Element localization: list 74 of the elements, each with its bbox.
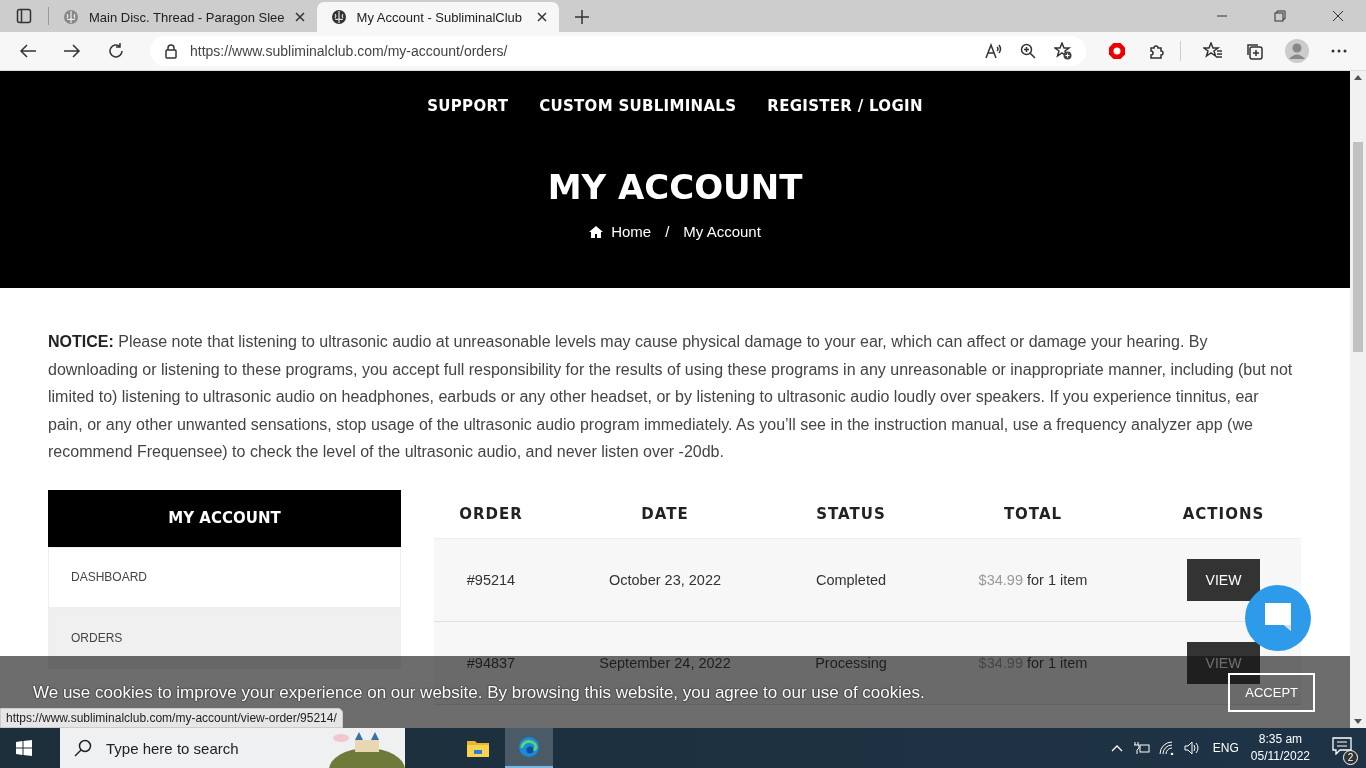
notice-text: NOTICE: Please note that listening to ultrasonic audio at unreasonable levels may cause physical damage to your ear, which can affect or damage your hearing. By downloading or listening to these programs, you accept full responsibility for the results of using these programs in any unreasonable or inappropriate manner, including (but not limited to) listening to ultrasonic audio on headphones, earbuds or any other headset, or by listening to ultrasonic audio loudly over speakers. If you experience tinnitus, ear pain, or any other unwanted sensations, stop usage of the ultrasonic audio program immediately. As you’ll see in the instruction manual, use a frequency analyzer app (we recommend Frequensee) to check the level of the ultrasonic audio, and never listen over -20db. <box>48 332 1293 463</box>
new-tab-icon[interactable] <box>574 10 589 24</box>
breadcrumb-link[interactable]: Home <box>611 223 652 240</box>
zoom-icon[interactable] <box>1020 43 1036 59</box>
clock-date[interactable]: 05/11/2022 <box>1250 748 1310 765</box>
table-cell-text: #94837 <box>465 654 517 671</box>
sidebar-item[interactable]: DASHBOARD <box>48 546 401 608</box>
scroll-down-icon[interactable] <box>1354 719 1362 724</box>
folder-icon[interactable] <box>467 739 489 757</box>
scroll-up-icon[interactable] <box>1354 75 1362 80</box>
nav-link[interactable]: CUSTOM SUBLIMINALS <box>539 97 737 115</box>
column-header: DATE <box>640 504 690 523</box>
view-button[interactable]: VIEW <box>1186 558 1261 601</box>
table-cell-text: #95214 <box>465 571 517 588</box>
stop-sign-icon[interactable] <box>1108 42 1126 60</box>
table-cell-text: Processing <box>814 654 888 671</box>
chevron-up-icon[interactable] <box>1110 744 1123 752</box>
close-icon[interactable] <box>294 12 305 22</box>
chat-button-icon[interactable] <box>1245 585 1311 651</box>
cookie-text: We use cookies to improve your experience on our website. By browsing this website, you agree to our use of cookies. <box>33 682 925 703</box>
favorite-add-icon[interactable] <box>1054 42 1072 60</box>
column-header: ORDER <box>458 504 524 523</box>
accept-button[interactable]: ACCEPT <box>1228 673 1315 712</box>
address-bar[interactable]: https://www.subliminalclub.com/my-account/orders/ <box>150 36 1086 66</box>
search-input[interactable]: Type here to search <box>104 738 258 758</box>
back-icon[interactable] <box>19 43 37 59</box>
clock-time[interactable]: 8:35 am <box>1258 731 1303 748</box>
url-text: https://www.subliminalclub.com/my-account/orders/ <box>190 43 508 59</box>
order-quantity: for 1 item <box>1026 571 1088 588</box>
favorites-icon[interactable] <box>1203 42 1223 60</box>
scrollbar[interactable] <box>1350 71 1366 728</box>
browser-tab[interactable]: My Account - SubliminalClub <box>316 2 559 32</box>
breadcrumb-separator: / <box>665 223 670 240</box>
close-icon[interactable] <box>1332 10 1344 22</box>
avatar-icon[interactable] <box>1285 39 1309 63</box>
taskbar-search-field[interactable]: Type here to search <box>60 728 405 768</box>
edge-logo-icon <box>518 736 540 758</box>
notification-count: 2 <box>1343 750 1358 765</box>
table-cell-text: October 23, 2022 <box>607 571 723 588</box>
close-icon[interactable] <box>536 12 547 22</box>
status-url-tooltip: https://www.subliminalclub.com/my-account/view-order/95214/ <box>0 708 343 728</box>
search-icon <box>74 739 92 757</box>
windows-start-icon[interactable] <box>16 740 32 756</box>
breadcrumb-current: My Account <box>683 223 761 240</box>
order-price: $34.99 <box>978 571 1023 588</box>
browser-tab[interactable]: Main Disc. Thread - Paragon Slee <box>49 2 317 32</box>
page-title: MY ACCOUNT <box>547 167 803 207</box>
order-quantity: for 1 item <box>1026 654 1088 671</box>
scrollbar-thumb[interactable] <box>1353 142 1363 352</box>
forward-icon[interactable] <box>63 43 81 59</box>
lock-icon <box>164 43 178 59</box>
more-icon[interactable] <box>1331 49 1347 53</box>
tab-actions-icon[interactable] <box>16 8 32 24</box>
column-header: STATUS <box>815 504 887 523</box>
column-header: TOTAL <box>1002 504 1064 523</box>
puzzle-icon[interactable] <box>1148 42 1166 60</box>
edge-browser-icon[interactable] <box>505 728 553 768</box>
sidebar-item[interactable]: ORDERS <box>48 607 401 669</box>
table-cell-text: Completed <box>814 571 888 588</box>
table-cell-text: September 24, 2022 <box>598 654 732 671</box>
nav-link[interactable]: SUPPORT <box>427 97 509 115</box>
column-header: ACTIONS <box>1181 504 1266 523</box>
collections-icon[interactable] <box>1245 42 1263 60</box>
read-aloud-icon[interactable] <box>984 43 1002 59</box>
wifi-icon[interactable] <box>1158 741 1175 755</box>
home-icon <box>589 225 604 238</box>
battery-plug-icon[interactable] <box>1131 741 1150 755</box>
speaker-icon[interactable] <box>1183 741 1200 755</box>
nav-link[interactable]: REGISTER / LOGIN <box>767 97 923 115</box>
notifications-icon[interactable] <box>1332 737 1352 755</box>
restore-icon[interactable] <box>1274 10 1286 22</box>
refresh-icon[interactable] <box>107 42 125 60</box>
sidebar-title: MY ACCOUNT <box>48 489 401 547</box>
language-indicator[interactable]: ENG <box>1212 741 1239 755</box>
